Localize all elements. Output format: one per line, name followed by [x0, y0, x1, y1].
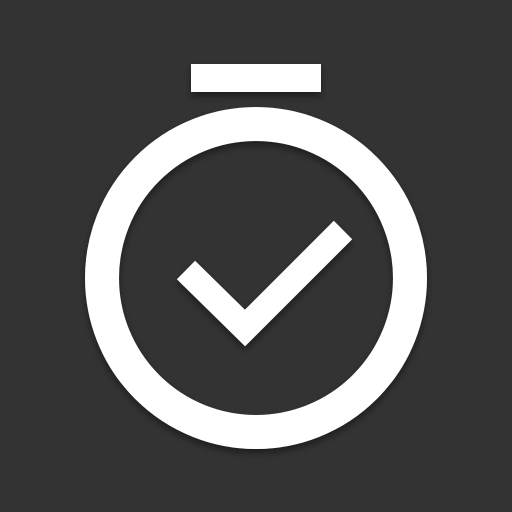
stopwatch-check-icon [0, 0, 512, 512]
stopwatch-button-icon [191, 64, 321, 92]
app-icon [0, 0, 512, 512]
